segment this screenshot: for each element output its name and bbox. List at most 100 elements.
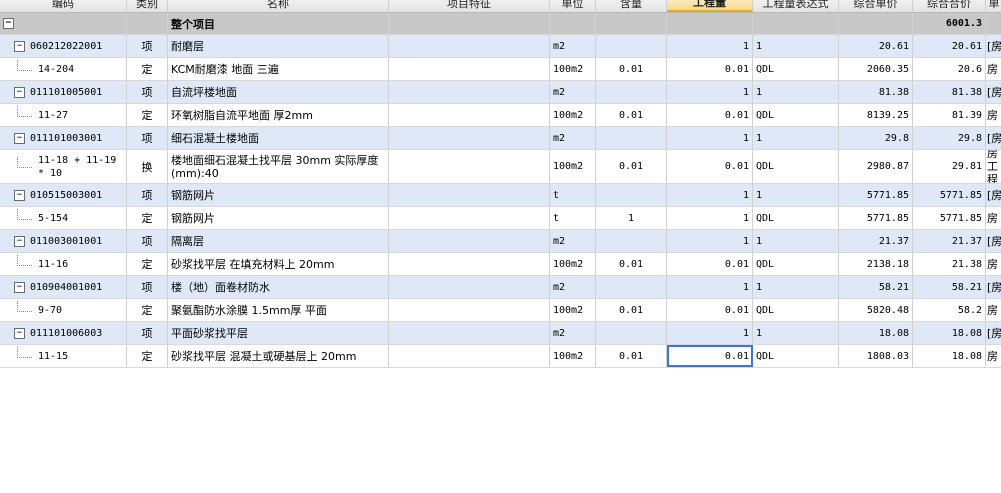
unit-cell[interactable]: 100m2: [550, 104, 596, 126]
unit-price-cell[interactable]: 5820.48: [839, 299, 913, 321]
name-cell[interactable]: 楼（地）面卷材防水: [168, 276, 389, 298]
extra-cell[interactable]: 房: [986, 345, 1001, 367]
unit-price-cell[interactable]: 21.37: [839, 230, 913, 252]
feature-cell[interactable]: [389, 345, 550, 367]
extra-cell[interactable]: 房: [986, 299, 1001, 321]
collapse-toggle-icon[interactable]: −: [14, 40, 25, 52]
total-price-cell[interactable]: 58.21: [913, 276, 986, 298]
quota-item-row[interactable]: 11-18 + 11-19 * 10 换 楼地面细石混凝土找平层 30mm 实际厚度…: [0, 150, 1001, 184]
code-cell[interactable]: 11-16: [0, 253, 127, 275]
name-cell[interactable]: 砂浆找平层 混凝土或硬基层上 20mm: [168, 345, 389, 367]
col-header-feature[interactable]: 项目特征: [389, 0, 550, 12]
extra-cell[interactable]: [房: [986, 276, 1001, 298]
total-price-cell[interactable]: 20.6: [913, 58, 986, 80]
unit-price-cell[interactable]: 58.21: [839, 276, 913, 298]
col-header-quantity[interactable]: 工程量: [667, 0, 753, 12]
quantity-cell[interactable]: 1: [667, 184, 753, 206]
quota-item-row[interactable]: 11-15 定 砂浆找平层 混凝土或硬基层上 20mm 100m2 0.01 0.01 QD…: [0, 345, 1001, 368]
expression-cell[interactable]: 1: [753, 322, 839, 344]
name-cell[interactable]: 平面砂浆找平层: [168, 322, 389, 344]
feature-cell[interactable]: [389, 207, 550, 229]
content-cell[interactable]: [596, 35, 667, 57]
unit-price-cell[interactable]: 5771.85: [839, 184, 913, 206]
unit-price-cell[interactable]: 5771.85: [839, 207, 913, 229]
quantity-cell[interactable]: 1: [667, 322, 753, 344]
type-cell[interactable]: 项: [127, 35, 168, 57]
total-price-cell[interactable]: 21.37: [913, 230, 986, 252]
feature-cell[interactable]: [389, 230, 550, 252]
quantity-cell[interactable]: 1: [667, 230, 753, 252]
feature-cell[interactable]: [389, 184, 550, 206]
type-cell[interactable]: 定: [127, 207, 168, 229]
quota-item-row[interactable]: 11-27 定 环氧树脂自流平地面 厚2mm 100m2 0.01 0.01 QDL 8139…: [0, 104, 1001, 127]
collapse-toggle-icon[interactable]: −: [14, 327, 25, 339]
unit-price-cell[interactable]: 81.38: [839, 81, 913, 103]
extra-cell[interactable]: [房: [986, 322, 1001, 344]
bill-item-row[interactable]: −011003001001 项 隔离层 m2 1 1 21.37 21.37 [房: [0, 230, 1001, 253]
extra-cell[interactable]: [房: [986, 184, 1001, 206]
expression-cell[interactable]: 1: [753, 184, 839, 206]
code-cell[interactable]: −011101006003: [0, 322, 127, 344]
expression-cell[interactable]: QDL: [753, 58, 839, 80]
unit-cell[interactable]: m2: [550, 127, 596, 149]
quota-item-row[interactable]: 9-70 定 聚氨酯防水涂膜 1.5mm厚 平面 100m2 0.01 0.01 QDL 58…: [0, 299, 1001, 322]
name-cell[interactable]: 楼地面细石混凝土找平层 30mm 实际厚度(mm):40: [168, 150, 389, 183]
unit-cell[interactable]: m2: [550, 35, 596, 57]
collapse-toggle-icon[interactable]: −: [14, 189, 25, 201]
name-cell[interactable]: 细石混凝土楼地面: [168, 127, 389, 149]
expression-cell[interactable]: QDL: [753, 299, 839, 321]
content-cell[interactable]: [596, 127, 667, 149]
type-cell[interactable]: 项: [127, 322, 168, 344]
expression-cell[interactable]: QDL: [753, 253, 839, 275]
bill-item-row[interactable]: −011101005001 项 自流坪楼地面 m2 1 1 81.38 81.38 [房: [0, 81, 1001, 104]
quota-item-row[interactable]: 11-16 定 砂浆找平层 在填充材料上 20mm 100m2 0.01 0.01 QDL 2…: [0, 253, 1001, 276]
collapse-toggle-icon[interactable]: −: [14, 281, 25, 293]
feature-cell[interactable]: [389, 58, 550, 80]
unit-cell[interactable]: 100m2: [550, 299, 596, 321]
unit-price-cell[interactable]: 2980.87: [839, 150, 913, 183]
name-cell[interactable]: 自流坪楼地面: [168, 81, 389, 103]
col-header-type[interactable]: 类别: [127, 0, 168, 12]
extra-cell[interactable]: [房: [986, 35, 1001, 57]
unit-price-cell[interactable]: 2060.35: [839, 58, 913, 80]
code-cell[interactable]: 9-70: [0, 299, 127, 321]
unit-cell[interactable]: t: [550, 184, 596, 206]
col-header-expression[interactable]: 工程量表达式: [753, 0, 839, 12]
name-cell[interactable]: 耐磨层: [168, 35, 389, 57]
type-cell[interactable]: 项: [127, 230, 168, 252]
unit-price-cell[interactable]: 29.8: [839, 127, 913, 149]
expression-cell[interactable]: QDL: [753, 207, 839, 229]
type-cell[interactable]: 定: [127, 345, 168, 367]
type-cell[interactable]: 项: [127, 81, 168, 103]
total-price-cell[interactable]: 81.38: [913, 81, 986, 103]
unit-price-cell[interactable]: 20.61: [839, 35, 913, 57]
content-cell[interactable]: 0.01: [596, 58, 667, 80]
unit-cell[interactable]: m2: [550, 322, 596, 344]
code-cell[interactable]: −011101003001: [0, 127, 127, 149]
content-cell[interactable]: [596, 230, 667, 252]
unit-cell[interactable]: m2: [550, 81, 596, 103]
quota-item-row[interactable]: 5-154 定 钢筋网片 t 1 1 QDL 5771.85 5771.85 房: [0, 207, 1001, 230]
name-cell[interactable]: 环氧树脂自流平地面 厚2mm: [168, 104, 389, 126]
extra-cell[interactable]: [房: [986, 127, 1001, 149]
feature-cell[interactable]: [389, 150, 550, 183]
total-price-cell[interactable]: 81.39: [913, 104, 986, 126]
extra-cell[interactable]: 房: [986, 253, 1001, 275]
extra-cell[interactable]: 房: [986, 104, 1001, 126]
unit-price-cell[interactable]: 18.08: [839, 322, 913, 344]
bill-item-row[interactable]: −010515003001 项 钢筋网片 t 1 1 5771.85 5771.85 [房: [0, 184, 1001, 207]
content-cell[interactable]: [596, 184, 667, 206]
type-cell[interactable]: 定: [127, 104, 168, 126]
feature-cell[interactable]: [389, 104, 550, 126]
content-cell[interactable]: [596, 322, 667, 344]
name-cell[interactable]: 钢筋网片: [168, 207, 389, 229]
feature-cell[interactable]: [389, 299, 550, 321]
name-cell[interactable]: 聚氨酯防水涂膜 1.5mm厚 平面: [168, 299, 389, 321]
unit-cell[interactable]: 100m2: [550, 58, 596, 80]
quota-item-row[interactable]: 14-204 定 KCM耐磨漆 地面 三遍 100m2 0.01 0.01 QDL 2060.…: [0, 58, 1001, 81]
content-cell[interactable]: 0.01: [596, 299, 667, 321]
type-cell[interactable]: 换: [127, 150, 168, 183]
unit-price-cell[interactable]: 1808.03: [839, 345, 913, 367]
quantity-cell[interactable]: 1: [667, 127, 753, 149]
feature-cell[interactable]: [389, 35, 550, 57]
